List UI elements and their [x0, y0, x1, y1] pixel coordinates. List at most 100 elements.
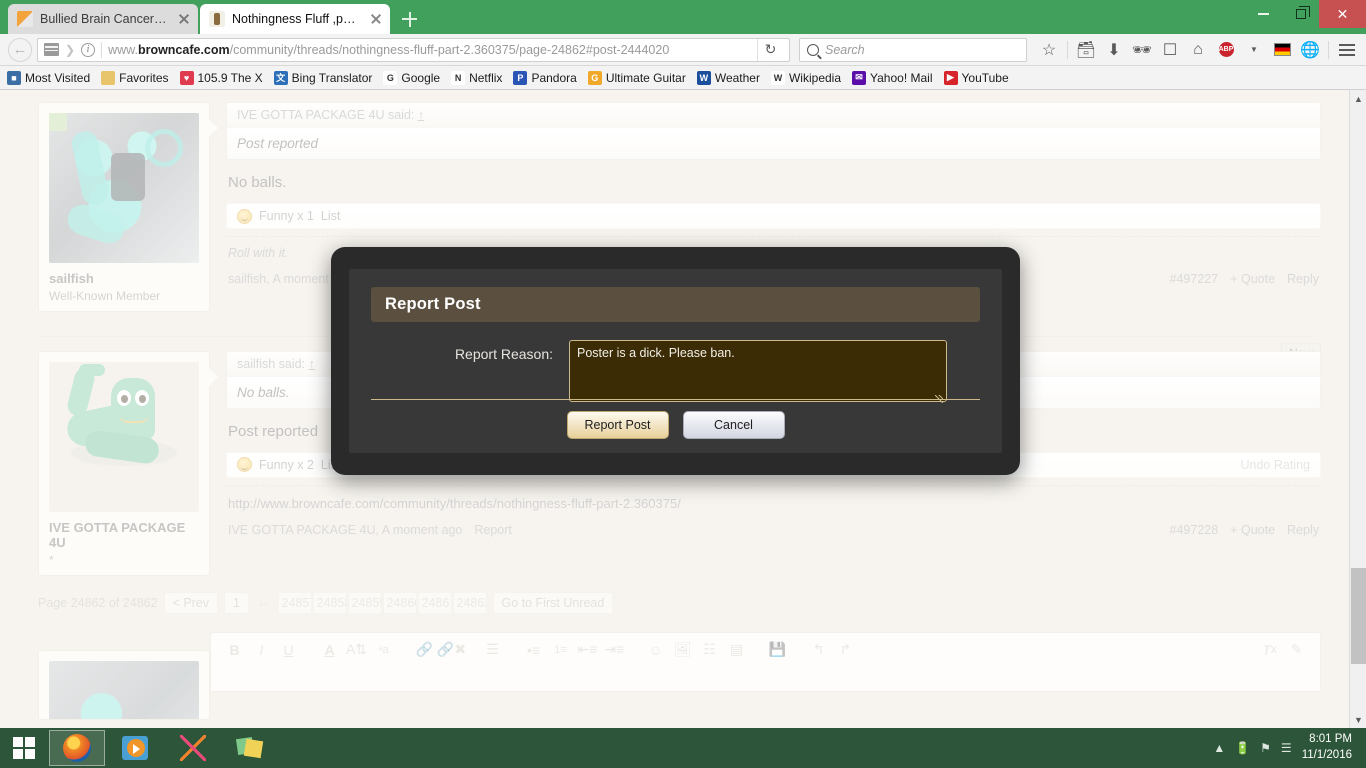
pagination-page-24862[interactable]: 24862 [452, 591, 487, 614]
pagination-page-24859[interactable]: 24859 [347, 591, 382, 614]
report-reason-input[interactable] [569, 340, 947, 402]
vertical-scrollbar[interactable]: ▲ ▼ [1349, 90, 1366, 728]
flag-icon[interactable]: ⚑ [1260, 741, 1271, 755]
flags-icon[interactable] [1269, 37, 1295, 63]
align-icon[interactable]: ☰ [479, 637, 506, 663]
bookmark-youtube[interactable]: ▶ YouTube [943, 70, 1009, 85]
bookmark-netflix[interactable]: N Netflix [451, 70, 502, 85]
undo-icon[interactable]: ↰ [805, 637, 832, 663]
goto-first-unread-button[interactable]: Go to First Unread [492, 591, 614, 614]
numbered-list-icon[interactable]: 1≡ [547, 637, 574, 663]
bookmark-105-9-the-x[interactable]: ♥ 105.9 The X [179, 70, 263, 85]
star-icon[interactable]: ☆ [1036, 37, 1062, 63]
post-1-number[interactable]: #497227 [1170, 272, 1219, 286]
browser-tab-1[interactable]: Bullied Brain Cancer Survi... [8, 4, 198, 34]
current-user-avatar[interactable] [49, 660, 199, 719]
bookmark-wikipedia[interactable]: W Wikipedia [770, 70, 841, 85]
pagination-page-24860[interactable]: 24860 [382, 591, 417, 614]
post-2-undo-rating[interactable]: Undo Rating [1241, 458, 1311, 472]
search-input[interactable]: Search [799, 37, 1027, 62]
app-sticky-notes-icon[interactable] [223, 730, 279, 766]
site-identity-icon[interactable] [44, 43, 59, 56]
mask-icon[interactable]: 🕶 [1129, 37, 1155, 63]
adblock-icon[interactable]: ABP [1213, 37, 1239, 63]
close-icon[interactable] [368, 11, 384, 27]
font-size-icon[interactable]: A⇅ [343, 637, 370, 663]
bookmark-ultimate-guitar[interactable]: G Ultimate Guitar [587, 70, 686, 85]
scrollbar-thumb[interactable] [1351, 568, 1366, 664]
link-icon[interactable]: 🔗 [411, 637, 438, 663]
remove-formatting-icon[interactable]: Tx [1256, 637, 1283, 663]
firefox-icon[interactable] [49, 730, 105, 766]
post-1-rating-list-link[interactable]: List [321, 209, 340, 223]
address-bar[interactable]: ❯ i www.browncafe.com/community/threads/… [37, 37, 790, 62]
bookmark-most-visited[interactable]: ■ Most Visited [7, 70, 90, 85]
chevron-down-icon[interactable]: ▼ [1241, 37, 1267, 63]
pagination-page-1[interactable]: 1 [224, 591, 249, 614]
post-2-number[interactable]: #497228 [1170, 523, 1219, 537]
maximize-button[interactable] [1282, 0, 1319, 28]
spoiler-icon[interactable]: ▤ [723, 637, 750, 663]
post-2-reply-button[interactable]: Reply [1287, 523, 1319, 537]
underline-icon[interactable]: U [275, 637, 302, 663]
post-2-quote-jump-link[interactable]: ↑ [309, 357, 315, 371]
hamburger-menu-icon[interactable] [1334, 37, 1360, 63]
post-1-username[interactable]: sailfish [49, 271, 199, 287]
close-window-button[interactable]: ✕ [1319, 0, 1366, 28]
app-prism-icon[interactable] [165, 730, 221, 766]
home-icon[interactable]: ⌂ [1185, 37, 1211, 63]
window-icon[interactable]: ☐ [1157, 37, 1183, 63]
minimize-button[interactable] [1245, 0, 1282, 28]
battery-icon[interactable]: 🔋 [1235, 741, 1250, 755]
windows-start-icon[interactable] [0, 728, 48, 768]
browser-tab-2[interactable]: Nothingness Fluff ,part 2 | ... [200, 4, 390, 34]
reload-icon[interactable]: ↻ [757, 38, 783, 61]
smilie-icon[interactable]: ☺ [642, 637, 669, 663]
post-1-quote-jump-link[interactable]: ↑ [418, 108, 424, 122]
bold-icon[interactable]: B [221, 637, 248, 663]
image-icon[interactable]: 🖼 [669, 637, 696, 663]
font-family-icon[interactable]: ᵃa [370, 637, 397, 663]
clock[interactable]: 8:01 PM 11/1/2016 [1302, 732, 1356, 763]
indent-decrease-icon[interactable]: ⇤≡ [574, 637, 601, 663]
pagination-page-24858[interactable]: 24858 [312, 591, 347, 614]
post-2-username[interactable]: IVE GOTTA PACKAGE 4U [49, 520, 199, 551]
scroll-down-arrow-icon[interactable]: ▼ [1350, 711, 1366, 728]
gumby-avatar[interactable] [49, 361, 199, 512]
bookmark-pandora[interactable]: P Pandora [513, 70, 577, 85]
post-1-reply-button[interactable]: Reply [1287, 272, 1319, 286]
post-2-link[interactable]: http://www.browncafe.com/community/threa… [226, 486, 1321, 511]
library-icon[interactable]: 🗃 [1073, 37, 1099, 63]
new-tab-button[interactable] [396, 6, 422, 32]
media-icon[interactable]: ☷ [696, 637, 723, 663]
text-color-icon[interactable]: A [316, 637, 343, 663]
bullet-list-icon[interactable]: •≡ [520, 637, 547, 663]
media-player-icon[interactable] [107, 730, 163, 766]
pagination-page-24857[interactable]: 24857 [277, 591, 312, 614]
redo-icon[interactable]: ↱ [832, 637, 859, 663]
pagination-page-24861[interactable]: 24861 [417, 591, 452, 614]
draft-save-icon[interactable]: 💾 [764, 637, 791, 663]
bookmark-google[interactable]: G Google [383, 70, 440, 85]
page-info-icon[interactable]: i [81, 42, 96, 57]
report-post-submit-button[interactable]: Report Post [566, 411, 669, 439]
pagination-prev-button[interactable]: < Prev [163, 591, 219, 614]
miku-avatar[interactable] [49, 113, 199, 263]
italic-icon[interactable]: I [248, 637, 275, 663]
post-2-report-link[interactable]: Report [474, 523, 512, 537]
bookmark-yahoo-mail[interactable]: ✉ Yahoo! Mail [852, 70, 933, 85]
show-hidden-icons[interactable]: ▲ [1213, 741, 1225, 755]
back-button[interactable]: ← [6, 37, 34, 63]
toggle-bbcode-icon[interactable]: ✎ [1283, 637, 1310, 663]
post-1-quote-button[interactable]: + Quote [1230, 272, 1275, 286]
bookmark-favorites[interactable]: Favorites [101, 70, 169, 85]
globe-pencil-icon[interactable]: 🌐 [1297, 37, 1323, 63]
post-2-quote-button[interactable]: + Quote [1230, 523, 1275, 537]
bookmark-bing-translator[interactable]: 文 Bing Translator [273, 70, 372, 85]
signal-icon[interactable]: ☰ [1281, 741, 1292, 755]
close-icon[interactable] [176, 11, 192, 27]
unlink-icon[interactable]: 🔗✖ [437, 637, 466, 663]
reply-editor[interactable]: B I U A A⇅ ᵃa 🔗 🔗✖ ☰ •≡ 1≡ ⇤≡ ⇥≡ ☺ 🖼 ☷ ▤… [210, 631, 1321, 692]
scroll-up-arrow-icon[interactable]: ▲ [1350, 90, 1366, 107]
cancel-button[interactable]: Cancel [682, 411, 785, 439]
